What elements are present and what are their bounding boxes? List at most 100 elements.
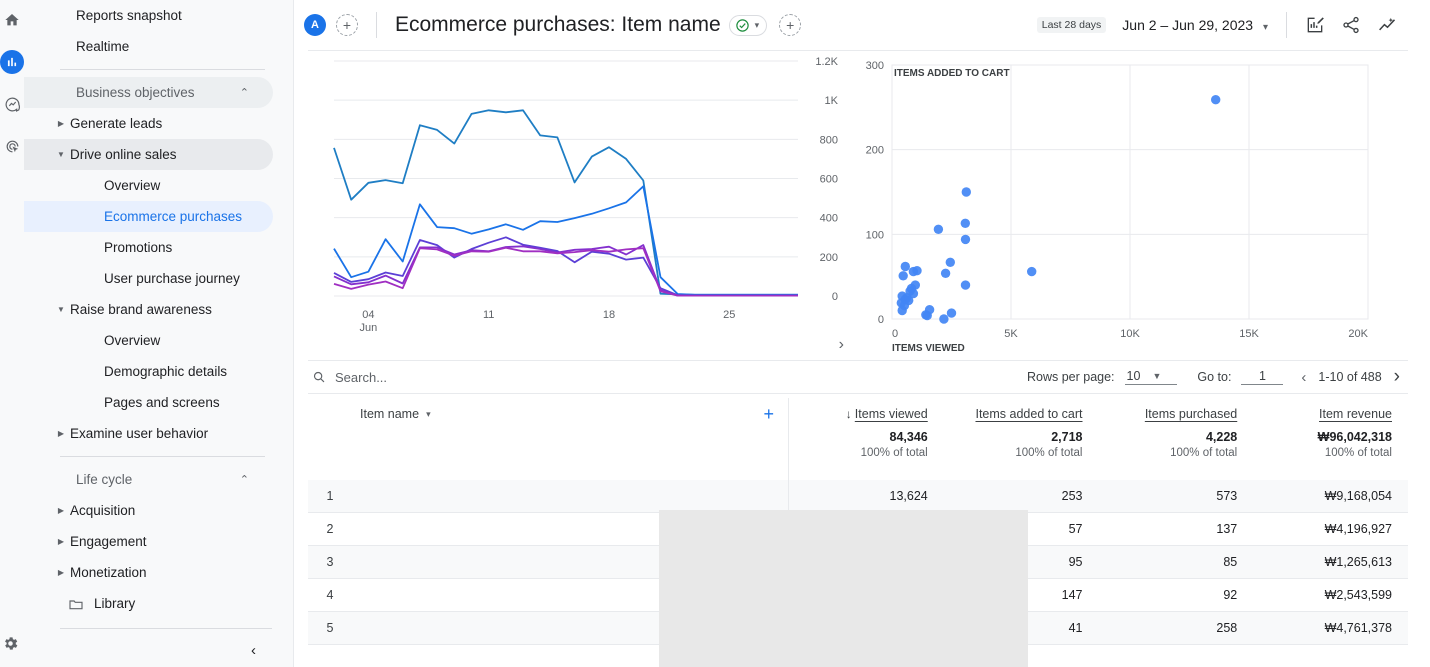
sidebar-item-label: Promotions [104, 240, 172, 255]
topbar-actions: Last 28 days Jun 2 – Jun 29, 2023 ▾ [1037, 12, 1420, 38]
row-index: 5 [308, 621, 352, 635]
svg-text:300: 300 [866, 60, 884, 72]
collapse-sidebar-button[interactable]: ‹ [24, 633, 294, 667]
sidebar-section-life-cycle[interactable]: Life cycle⌃ [24, 464, 273, 495]
dimension-header[interactable]: Item name ▾ + [352, 404, 788, 425]
row-index: 4 [308, 588, 352, 602]
charts-row: 02004006008001K1.2K04111825Jun › 0100200… [308, 50, 1408, 360]
svg-text:1K: 1K [825, 95, 839, 107]
metric-header-1[interactable]: Items added to cart [944, 407, 1099, 421]
edit-comparison-icon[interactable] [1305, 15, 1325, 35]
table-totals-row: 84,346 100% of total 2,718 100% of total… [308, 430, 1408, 480]
metric-header-0[interactable]: ↓Items viewed [789, 407, 944, 421]
line-chart-card: 02004006008001K1.2K04111825Jun › [308, 51, 848, 360]
sidebar-item-monetization[interactable]: ▶Monetization [24, 557, 273, 588]
svg-text:ITEMS VIEWED: ITEMS VIEWED [892, 343, 965, 354]
sidebar-item-label: Demographic details [104, 364, 227, 379]
next-page-button[interactable]: › [1392, 366, 1402, 388]
insights-icon[interactable] [1377, 15, 1398, 36]
sidebar-item-label: Engagement [70, 534, 147, 549]
reports-icon[interactable] [0, 50, 24, 74]
table-header-row: Item name ▾ + ↓Items viewed Items added … [308, 394, 1408, 430]
row-metric-1: 253 [944, 489, 1099, 503]
explore-icon[interactable] [0, 92, 24, 116]
sidebar-item-drive-online-sales[interactable]: ▼Drive online sales [24, 139, 273, 170]
metric-header-2[interactable]: Items purchased [1099, 407, 1254, 421]
row-metric-3: ₩2,543,599 [1253, 588, 1408, 602]
metric-header-3[interactable]: Item revenue [1253, 407, 1408, 421]
metric-header-label: Items viewed [855, 407, 928, 421]
table-row[interactable]: 1 13,624253573₩9,168,054 [308, 480, 1408, 512]
sidebar-item-label: Raise brand awareness [70, 302, 212, 317]
sidebar-item-promotions[interactable]: Promotions [24, 232, 273, 263]
report-status-pill[interactable]: ▾ [729, 15, 768, 36]
search-input[interactable]: Search... [308, 370, 1027, 385]
sidebar-item-label: Generate leads [70, 116, 162, 131]
dimension-header-label: Item name [360, 407, 419, 421]
svg-text:25: 25 [723, 309, 735, 321]
totals-value: ₩96,042,318 [1253, 430, 1392, 444]
prev-page-button[interactable]: ‹ [1299, 369, 1308, 386]
sidebar-item-label: Realtime [76, 39, 129, 54]
sidebar-section-business-objectives[interactable]: Business objectives⌃ [24, 77, 273, 108]
sidebar-item-overview[interactable]: Overview [24, 325, 273, 356]
topbar-divider [376, 12, 377, 38]
svg-text:10K: 10K [1120, 328, 1140, 340]
sidebar-item-examine-user-behavior[interactable]: ▶Examine user behavior [24, 418, 273, 449]
sidebar-item-label: Library [94, 596, 135, 611]
sidebar-item-overview[interactable]: Overview [24, 170, 273, 201]
date-range-selector[interactable]: Jun 2 – Jun 29, 2023 ▾ [1122, 17, 1268, 33]
line-chart-next-button[interactable]: › [839, 336, 844, 354]
svg-text:0: 0 [892, 328, 898, 340]
sidebar-item-reports-snapshot[interactable]: Reports snapshot [24, 0, 273, 31]
sidebar: Reports snapshot Realtime Business objecti… [24, 0, 294, 667]
sidebar-item-label: Reports snapshot [76, 8, 182, 23]
totals-subtext: 100% of total [789, 447, 928, 459]
scatter-chart[interactable]: 010020030005K10K15K20KITEMS ADDED TO CAR… [848, 51, 1402, 361]
sidebar-divider [60, 69, 265, 70]
add-dimension-button[interactable]: + [763, 404, 788, 425]
sidebar-item-generate-leads[interactable]: ▶Generate leads [24, 108, 273, 139]
chevron-left-icon: ‹ [251, 642, 256, 659]
rows-per-page-select[interactable]: 10 ▼ [1125, 369, 1178, 385]
add-segment-button[interactable]: + [779, 14, 801, 36]
admin-gear-icon[interactable] [2, 635, 19, 657]
sidebar-item-pages-and-screens[interactable]: Pages and screens [24, 387, 273, 418]
sidebar-item-engagement[interactable]: ▶Engagement [24, 526, 273, 557]
sidebar-item-realtime[interactable]: Realtime [24, 31, 273, 62]
home-icon[interactable] [0, 8, 24, 32]
sidebar-item-label: Overview [104, 178, 160, 193]
sidebar-section-label: Business objectives [76, 85, 195, 100]
totals-index [308, 430, 352, 480]
line-chart[interactable]: 02004006008001K1.2K04111825Jun [308, 51, 848, 361]
avatar[interactable]: A [304, 14, 326, 36]
row-index: 3 [308, 555, 352, 569]
sidebar-item-raise-brand-awareness[interactable]: ▼Raise brand awareness [24, 294, 273, 325]
svg-text:Jun: Jun [359, 322, 377, 334]
sidebar-item-library[interactable]: Library [24, 588, 273, 619]
add-comparison-button[interactable]: + [336, 14, 358, 36]
actions-divider [1286, 12, 1287, 38]
chevron-right-icon: ▶ [52, 538, 70, 546]
chevron-down-icon: ▾ [426, 409, 431, 420]
row-metric-3: ₩9,168,054 [1253, 489, 1408, 503]
sidebar-item-label: Ecommerce purchases [104, 209, 242, 224]
row-metric-2: 573 [1099, 489, 1254, 503]
sidebar-item-ecommerce-purchases[interactable]: Ecommerce purchases [24, 201, 273, 232]
advertising-icon[interactable] [0, 134, 24, 158]
chevron-down-icon: ▼ [52, 151, 70, 159]
row-metric-2: 137 [1099, 522, 1254, 536]
row-index: 1 [308, 489, 352, 503]
totals-subtext: 100% of total [1099, 447, 1238, 459]
date-preset-badge: Last 28 days [1037, 17, 1107, 33]
sidebar-item-acquisition[interactable]: ▶Acquisition [24, 495, 273, 526]
row-metric-0: 13,624 [789, 489, 944, 503]
topbar: A + Ecommerce purchases: Item name ▾ + L… [294, 0, 1430, 50]
sidebar-item-user-purchase-journey[interactable]: User purchase journey [24, 263, 273, 294]
metric-header-label: Items purchased [1145, 407, 1237, 421]
goto-page-input[interactable]: 1 [1241, 369, 1283, 385]
sidebar-item-demographic-details[interactable]: Demographic details [24, 356, 273, 387]
share-icon[interactable] [1341, 15, 1361, 35]
svg-text:18: 18 [603, 309, 615, 321]
svg-text:400: 400 [820, 213, 838, 225]
